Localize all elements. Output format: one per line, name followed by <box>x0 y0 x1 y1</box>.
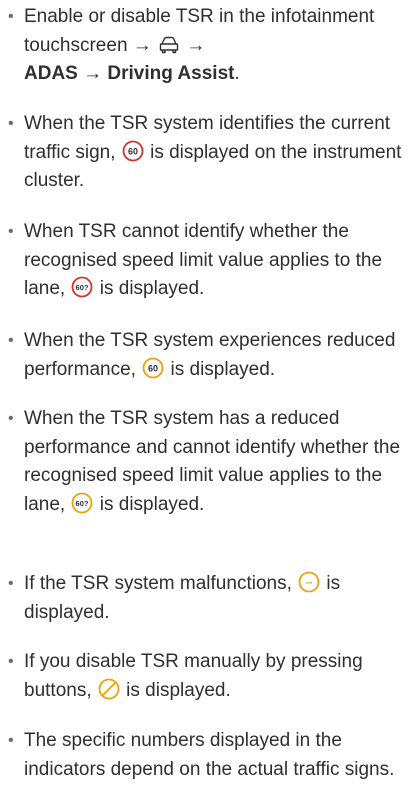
bullet: • <box>8 8 14 25</box>
list-item: • When the TSR system has a reduced perf… <box>8 405 409 519</box>
item-text: The specific numbers displayed in the in… <box>24 730 395 780</box>
item-text: . <box>234 63 240 84</box>
list-item: • When the TSR system identifies the cur… <box>8 110 409 196</box>
list-item: • If you disable TSR manually by pressin… <box>8 648 409 705</box>
list-item: • Enable or disable TSR in the infotainm… <box>8 3 409 89</box>
sign-label: 60? <box>76 499 89 508</box>
item-text: → <box>77 63 108 84</box>
item-text: is displayed. <box>94 278 205 299</box>
item-text: is displayed. <box>94 493 205 515</box>
list-item: • When the TSR system experiences reduce… <box>8 327 409 384</box>
item-text: is displayed. <box>120 679 231 701</box>
sign-label: -- <box>306 578 313 589</box>
speed-limit-amber-icon: 60 <box>142 357 164 379</box>
car-icon <box>158 35 180 55</box>
item-text: is displayed. <box>165 358 276 380</box>
bullet: • <box>8 332 14 349</box>
bullet: • <box>8 223 14 240</box>
speed-limit-red-icon: 60 <box>122 140 144 162</box>
item-text: → <box>181 34 206 56</box>
bullet: • <box>8 115 14 132</box>
menu-path-adas: ADAS <box>24 63 78 84</box>
item-text: If the TSR system malfunctions, <box>24 573 298 594</box>
bullet: • <box>8 410 14 427</box>
bullet: • <box>8 575 14 592</box>
list-item: • The specific numbers displayed in the … <box>8 727 409 784</box>
list-item: • If the TSR system malfunctions, -- is … <box>8 570 409 627</box>
tsr-disabled-icon <box>98 678 120 700</box>
speed-limit-uncertain-amber-icon: 60? <box>71 492 93 514</box>
sign-label: 60 <box>128 146 138 156</box>
sign-label: 60 <box>148 363 158 373</box>
speed-limit-uncertain-red-icon: 60? <box>71 276 93 298</box>
bullet: • <box>8 653 14 670</box>
menu-path-driving-assist: Driving Assist <box>107 63 235 84</box>
tsr-malfunction-icon: -- <box>298 571 320 593</box>
sign-label: 60? <box>76 283 89 292</box>
bullet: • <box>8 732 14 749</box>
list-item: • When TSR cannot identify whether the r… <box>8 218 409 304</box>
